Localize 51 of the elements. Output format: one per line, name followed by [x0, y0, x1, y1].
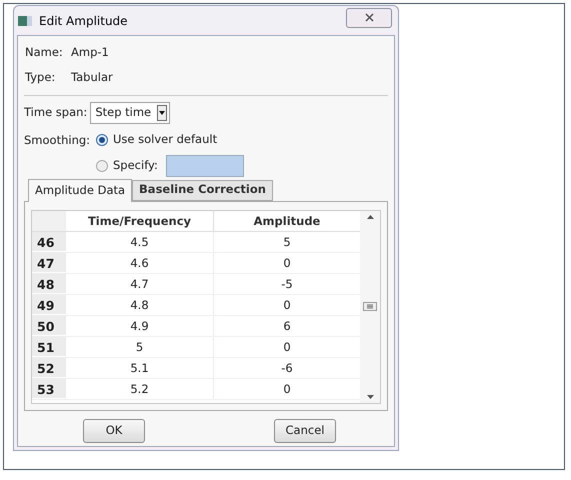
- table-cell[interactable]: 0: [214, 252, 360, 272]
- close-button[interactable]: [346, 8, 392, 28]
- row-header: 52: [32, 358, 66, 378]
- table-cell[interactable]: 4.7: [66, 274, 214, 294]
- time-span-label: Time span:: [24, 104, 88, 121]
- radio-label: Use solver default: [113, 130, 218, 148]
- field-label: Name:: [25, 44, 64, 61]
- row-header: 51: [32, 336, 66, 356]
- scrollbar[interactable]: [360, 210, 380, 402]
- table-cell[interactable]: 4.9: [66, 316, 214, 336]
- row-header: 46: [32, 232, 66, 252]
- table-cell[interactable]: 4.8: [66, 294, 214, 314]
- table-cell[interactable]: -6: [214, 358, 360, 378]
- scroll-thumb-icon: [363, 302, 377, 311]
- column-header[interactable]: Amplitude: [214, 210, 360, 230]
- time-span-dropdown[interactable]: Step time: [90, 102, 170, 124]
- table-cell[interactable]: 4.5: [66, 232, 214, 252]
- row-header: 50: [32, 316, 66, 336]
- table-cell[interactable]: 0: [214, 378, 360, 398]
- table-cell[interactable]: 5: [214, 232, 360, 252]
- dialog-button[interactable]: Cancel: [274, 418, 336, 442]
- table-cell[interactable]: 5: [66, 336, 214, 356]
- window-icon: [18, 16, 32, 26]
- row-header: 47: [32, 252, 66, 272]
- scroll-down-icon: [366, 394, 374, 398]
- close-icon: [364, 13, 374, 22]
- input-field[interactable]: [166, 154, 244, 176]
- table-cell[interactable]: 5.1: [66, 358, 214, 378]
- table-cell[interactable]: 4.6: [66, 252, 214, 272]
- field-value: Tabular: [71, 69, 113, 86]
- tab[interactable]: Baseline Correction: [132, 180, 273, 200]
- radio-label: Specify:: [113, 156, 158, 174]
- tab[interactable]: Amplitude Data: [28, 178, 132, 202]
- row-header: 49: [32, 294, 66, 314]
- radio-button[interactable]: [96, 160, 108, 172]
- field-label: Type:: [25, 69, 56, 86]
- window-title: Edit Amplitude: [39, 12, 128, 30]
- radio-button[interactable]: [96, 134, 108, 146]
- table-cell[interactable]: 0: [214, 294, 360, 314]
- table-cell[interactable]: 0: [214, 336, 360, 356]
- table-cell[interactable]: 6: [214, 316, 360, 336]
- scroll-up-icon: [366, 214, 374, 218]
- row-header: 48: [32, 274, 66, 294]
- corner-header-cell: [32, 210, 66, 230]
- row-header: 53: [32, 378, 66, 398]
- dialog-button[interactable]: OK: [83, 418, 145, 442]
- field-value: Amp-1: [71, 44, 109, 61]
- column-header[interactable]: Time/Frequency: [66, 210, 214, 230]
- table-cell[interactable]: -5: [214, 274, 360, 294]
- table-cell[interactable]: 5.2: [66, 378, 214, 398]
- smoothing-label: Smoothing:: [24, 132, 92, 148]
